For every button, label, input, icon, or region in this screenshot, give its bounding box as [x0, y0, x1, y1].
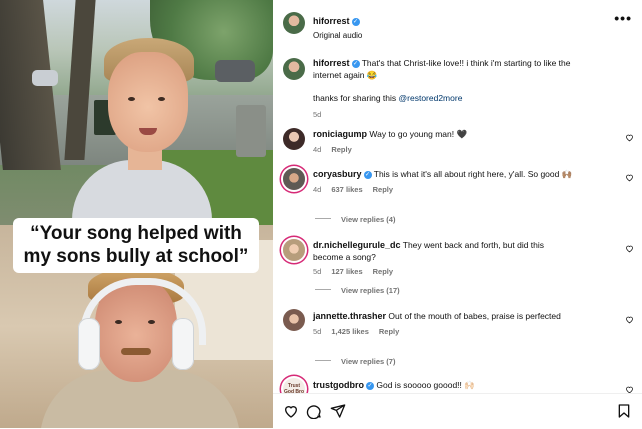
mention-link[interactable]: @restored2more	[399, 93, 463, 103]
reply-button[interactable]: Reply	[373, 267, 393, 276]
audio-label[interactable]: Original audio	[313, 31, 362, 40]
post-username[interactable]: hiforrest	[313, 16, 350, 26]
likes-count[interactable]: 1,425 likes	[331, 327, 369, 336]
video-frame-boy	[0, 0, 273, 240]
avatar[interactable]	[283, 58, 305, 80]
likes-count[interactable]: 637 likes	[331, 185, 362, 194]
comment-item: roniciagump Way to go young man! 🖤 4d Rep…	[313, 129, 468, 154]
caption-comment: hiforrest ✓ That's that Christ-like love!…	[313, 58, 598, 119]
heart-icon[interactable]	[625, 244, 634, 253]
heart-icon[interactable]	[283, 403, 299, 419]
comment-text: God is sooooo goood!! 🙌🏻	[376, 380, 475, 390]
comment-username[interactable]: trustgodbro	[313, 380, 364, 390]
avatar[interactable]	[283, 128, 305, 150]
comment-text: Out of the mouth of babes, praise is per…	[388, 311, 561, 321]
comment-item: coryasbury ✓ This is what it's all about …	[313, 169, 573, 194]
video-caption: “Your song helped with my sons bully at …	[13, 218, 259, 273]
verified-icon: ✓	[366, 382, 374, 390]
comment-item: trustgodbro ✓ God is sooooo goood!! 🙌🏻	[313, 380, 575, 392]
avatar[interactable]	[283, 168, 305, 190]
heart-icon[interactable]	[625, 173, 634, 182]
reel-video[interactable]: “Your song helped with my sons bully at …	[0, 0, 273, 428]
comment-username[interactable]: roniciagump	[313, 129, 367, 139]
comment-text: This is what it's all about right here, …	[373, 169, 573, 179]
send-icon[interactable]	[330, 403, 346, 419]
comment-username[interactable]: dr.nichellegurule_dc	[313, 240, 401, 250]
bookmark-icon[interactable]	[616, 403, 632, 419]
action-bar	[273, 393, 642, 429]
comment-username[interactable]: coryasbury	[313, 169, 362, 179]
more-horizontal-icon[interactable]: •••	[614, 11, 632, 25]
avatar[interactable]	[283, 309, 305, 331]
reply-button[interactable]: Reply	[331, 145, 351, 154]
comment-username[interactable]: hiforrest	[313, 58, 350, 68]
post-header: hiforrest ✓ Original audio •••	[273, 0, 642, 44]
comments-panel: hiforrest ✓ Original audio ••• hiforrest ✓…	[273, 0, 642, 429]
view-replies-button[interactable]: View replies (17)	[315, 286, 400, 295]
avatar[interactable]	[283, 12, 305, 34]
avatar[interactable]	[283, 239, 305, 261]
heart-icon[interactable]	[625, 133, 634, 142]
view-replies-button[interactable]: View replies (4)	[315, 215, 395, 224]
verified-icon: ✓	[363, 171, 372, 179]
comment-time[interactable]: 5d	[313, 110, 598, 119]
comment-item: jannette.thrasher Out of the mouth of ba…	[313, 311, 561, 336]
reply-button[interactable]: Reply	[379, 327, 399, 336]
verified-icon: ✓	[351, 60, 360, 68]
view-replies-button[interactable]: View replies (7)	[315, 357, 395, 366]
reply-button[interactable]: Reply	[373, 185, 393, 194]
heart-icon[interactable]	[625, 315, 634, 324]
comment-username[interactable]: jannette.thrasher	[313, 311, 386, 321]
comment-item: dr.nichellegurule_dc They went back and …	[313, 240, 545, 276]
verified-icon: ✓	[351, 18, 360, 26]
comment-text: Way to go young man! 🖤	[369, 129, 468, 139]
comment-icon[interactable]	[306, 403, 322, 419]
likes-count[interactable]: 127 likes	[331, 267, 362, 276]
